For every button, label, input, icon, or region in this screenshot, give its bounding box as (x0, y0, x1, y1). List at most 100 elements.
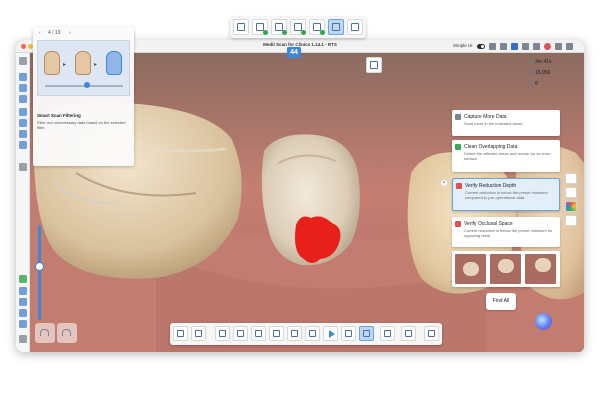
capture-icon (455, 114, 461, 120)
sidebar-tool-3-icon[interactable] (19, 95, 27, 103)
tool-button-11[interactable] (380, 326, 395, 341)
screenshot-icon[interactable] (533, 43, 540, 50)
guide-item-description: Delete the affected areas and rescan for… (464, 151, 551, 161)
guide-counter: 4 / 19 (48, 30, 61, 36)
eye-icon (528, 81, 533, 86)
light-icon (255, 330, 262, 337)
guide-description: Filter out unnecessary data based on the… (37, 120, 126, 130)
chat-icon[interactable] (522, 43, 529, 50)
layers-icon[interactable] (565, 215, 577, 226)
ai-assistant-icon[interactable] (535, 313, 552, 330)
stage-button-7[interactable] (347, 19, 363, 35)
undo-icon (40, 329, 49, 336)
guide-item-capture-more[interactable]: Capture More Data Scan more in the indic… (452, 110, 560, 136)
brush-size-slider[interactable] (38, 225, 41, 320)
shield-icon[interactable] (511, 43, 518, 50)
scan-stage-toolbar (230, 17, 366, 38)
info-icon[interactable] (500, 43, 507, 50)
close-guide-icon[interactable]: × (441, 180, 447, 186)
sidebar-tool-6-icon[interactable] (19, 130, 27, 138)
play-icon (329, 330, 335, 338)
stage-button-1[interactable] (233, 19, 249, 35)
measure-icon (345, 330, 352, 337)
occlusion-tool-icon (291, 330, 298, 337)
guide-item-title: Verify Reduction Depth (465, 183, 517, 189)
gear-icon[interactable] (19, 335, 27, 343)
guide-item-title: Verify Occlusal Space (464, 221, 513, 227)
ai-tool-icon (309, 330, 316, 337)
brush-size-knob[interactable] (35, 262, 44, 271)
stage-button-8[interactable] (366, 57, 382, 73)
camera-icon[interactable] (489, 43, 496, 50)
stage-button-5[interactable] (309, 19, 325, 35)
texture-icon (237, 330, 244, 337)
reference-image-1[interactable] (455, 254, 486, 284)
tooth-number-badge[interactable]: 44 (287, 47, 301, 58)
find-all-button[interactable]: Find All (486, 293, 516, 310)
filter-tool-icon (195, 330, 202, 337)
help-icon[interactable] (555, 43, 562, 50)
timer-icon (528, 59, 533, 64)
tool-button-7[interactable] (287, 326, 302, 341)
sidebar-tool-10-icon[interactable] (19, 309, 27, 317)
tool-button-3[interactable] (215, 326, 230, 341)
scanner-icon[interactable] (19, 287, 27, 295)
sidebar-tool-11-icon[interactable] (19, 320, 27, 328)
tool-button-9[interactable] (341, 326, 356, 341)
tool-button-8[interactable] (305, 326, 320, 341)
scan-time: 3m 41s (535, 59, 552, 65)
guide-item-title: Capture More Data (464, 114, 507, 120)
reference-image-2[interactable] (490, 254, 521, 284)
sidebar-tool-2-icon[interactable] (19, 84, 27, 92)
tooth-thumb (498, 259, 514, 273)
reference-images (452, 251, 560, 287)
tool-button-2[interactable] (191, 326, 206, 341)
sidebar-tool-7-icon[interactable] (19, 141, 27, 149)
tool-button-4[interactable] (233, 326, 248, 341)
delete-button[interactable] (401, 326, 416, 341)
guide-next-button[interactable]: › (69, 30, 71, 36)
tooth-tool-icon (273, 330, 280, 337)
tool-button-12[interactable] (424, 326, 439, 341)
sidebar-tool-4-icon[interactable] (19, 108, 27, 116)
guide-prev-button[interactable]: ‹ (39, 30, 41, 36)
reduction-icon (456, 183, 462, 189)
play-button[interactable] (323, 326, 338, 341)
arrow-right-icon: ▸ (94, 62, 98, 68)
menu-icon[interactable] (19, 57, 27, 65)
crop-icon[interactable] (565, 187, 577, 198)
guide-illustration: ▸ ▸ (37, 40, 130, 96)
sidebar-tool-8-icon[interactable] (19, 163, 27, 171)
reference-image-3[interactable] (525, 254, 556, 284)
smart-filter-icon (219, 330, 226, 337)
status-third-value: 8 (535, 81, 538, 87)
desktop: Medit Scan for Clinics 1.14.1 - RTS Simp… (0, 0, 600, 400)
guide-item-verify-occlusal[interactable]: Verify Occlusal Space Current reduction … (452, 217, 560, 247)
guide-item-clean-overlapping[interactable]: Clean Overlapping Data Delete the affect… (452, 140, 560, 172)
stage-button-6[interactable] (328, 19, 344, 35)
tool-button-10[interactable] (359, 326, 374, 341)
stage-button-4[interactable] (290, 19, 306, 35)
guide-item-description: Current reduction is below the preset mi… (465, 190, 548, 200)
sidebar-tool-9-icon[interactable] (19, 298, 27, 306)
check-icon (320, 30, 325, 35)
guide-title: Smart Scan Filtering (37, 113, 81, 118)
guide-item-title: Clean Overlapping Data (464, 144, 518, 150)
sidebar-tool-5-icon[interactable] (19, 119, 27, 127)
redo-button[interactable] (57, 323, 77, 343)
simple-ui-toggle[interactable] (477, 43, 485, 49)
color-map-icon[interactable] (565, 201, 577, 212)
stage-button-2[interactable] (252, 19, 268, 35)
tool-button-6[interactable] (269, 326, 284, 341)
settings-icon[interactable] (566, 43, 573, 50)
record-icon[interactable] (544, 43, 551, 50)
tool-button-1[interactable] (173, 326, 188, 341)
view-toggle-icon[interactable] (565, 173, 577, 184)
undo-button[interactable] (35, 323, 55, 343)
stage-button-3[interactable] (271, 19, 287, 35)
guide-item-verify-reduction[interactable]: Verify Reduction Depth Current reduction… (452, 178, 560, 211)
check-icon (301, 30, 306, 35)
wifi-status-icon (19, 275, 27, 283)
tool-button-5[interactable] (251, 326, 266, 341)
sidebar-tool-1-icon[interactable] (19, 73, 27, 81)
